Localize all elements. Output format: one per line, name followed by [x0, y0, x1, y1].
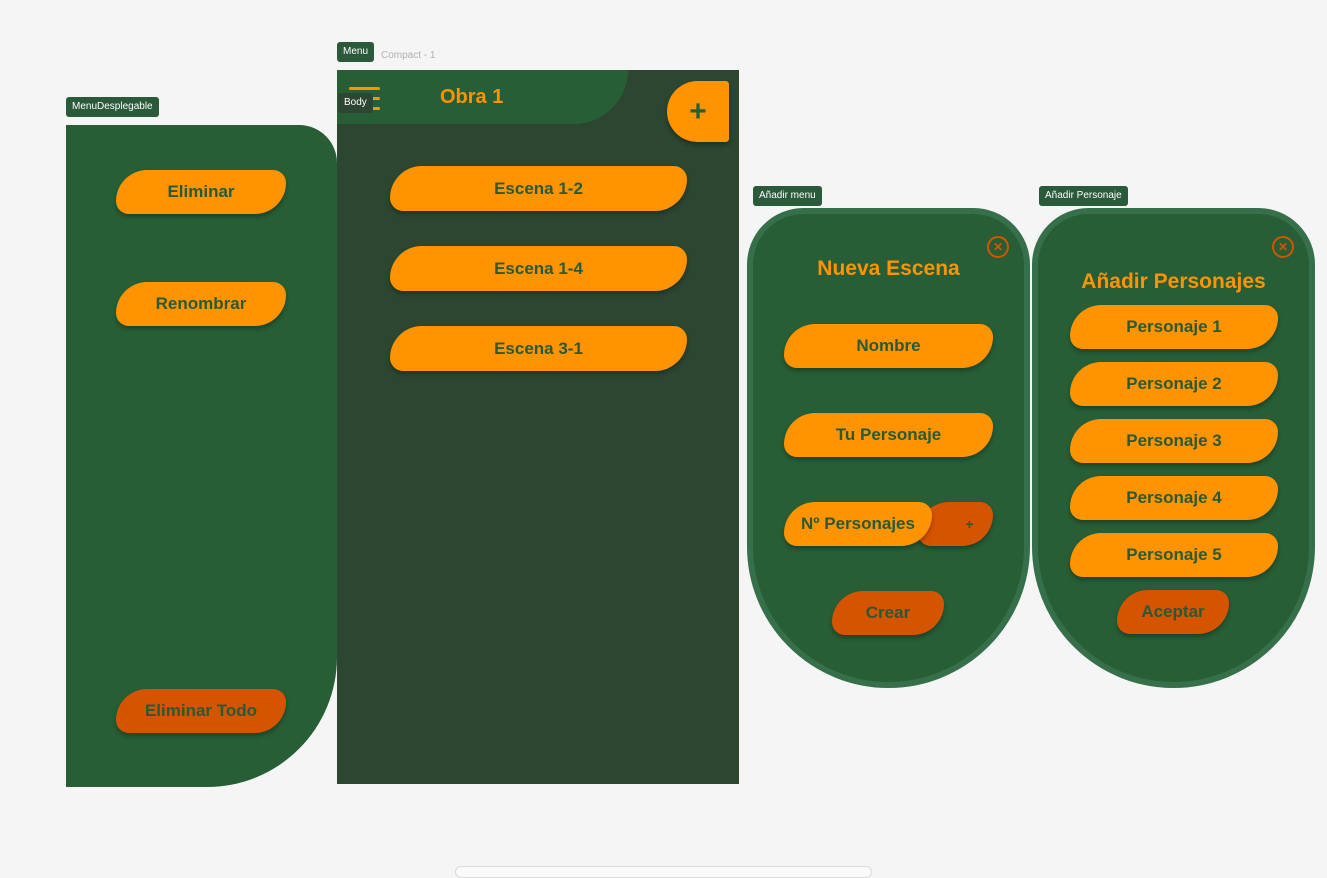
- label-menu-desplegable: MenuDesplegable: [66, 97, 159, 117]
- scene-item[interactable]: Escena 1-2: [390, 166, 687, 211]
- close-icon[interactable]: ✕: [1272, 236, 1294, 258]
- label-compact: Compact - 1: [381, 50, 436, 61]
- menu-desplegable-panel: Eliminar Renombrar Eliminar Todo: [66, 125, 337, 787]
- label-menu: Menu: [337, 42, 375, 62]
- compact-screen: Obra 1 + Escena 1-2 Escena 1-4 Escena 3-…: [337, 70, 739, 784]
- modal-title: Añadir Personajes: [1081, 270, 1266, 293]
- page-title: Obra 1: [440, 86, 504, 108]
- character-item[interactable]: Personaje 3: [1070, 419, 1278, 463]
- character-item[interactable]: Personaje 5: [1070, 533, 1278, 577]
- anadir-personajes-modal: ✕ Añadir Personajes Personaje 1 Personaj…: [1032, 208, 1315, 688]
- bottom-toolbar: [455, 866, 872, 878]
- nombre-field[interactable]: Nombre: [784, 324, 993, 368]
- scene-item[interactable]: Escena 3-1: [390, 326, 687, 371]
- app-header: Obra 1: [337, 70, 628, 124]
- plus-icon: +: [689, 94, 707, 128]
- nueva-escena-modal: ✕ Nueva Escena Nombre Tu Personaje + Nº …: [747, 208, 1030, 688]
- renombrar-button[interactable]: Renombrar: [116, 282, 286, 326]
- tu-personaje-field[interactable]: Tu Personaje: [784, 413, 993, 457]
- eliminar-button[interactable]: Eliminar: [116, 170, 286, 214]
- character-item[interactable]: Personaje 1: [1070, 305, 1278, 349]
- add-scene-button[interactable]: +: [667, 81, 729, 142]
- num-personajes-field[interactable]: Nº Personajes: [784, 502, 932, 546]
- character-item[interactable]: Personaje 4: [1070, 476, 1278, 520]
- label-anadir-menu: Añadir menu: [753, 186, 822, 206]
- scene-item[interactable]: Escena 1-4: [390, 246, 687, 291]
- label-body: Body: [338, 93, 373, 113]
- character-item[interactable]: Personaje 2: [1070, 362, 1278, 406]
- eliminar-todo-button[interactable]: Eliminar Todo: [116, 689, 286, 733]
- modal-title: Nueva Escena: [817, 257, 960, 280]
- close-icon[interactable]: ✕: [987, 236, 1009, 258]
- crear-button[interactable]: Crear: [832, 591, 944, 635]
- label-anadir-personaje: Añadir Personaje: [1039, 186, 1128, 206]
- aceptar-button[interactable]: Aceptar: [1117, 590, 1229, 634]
